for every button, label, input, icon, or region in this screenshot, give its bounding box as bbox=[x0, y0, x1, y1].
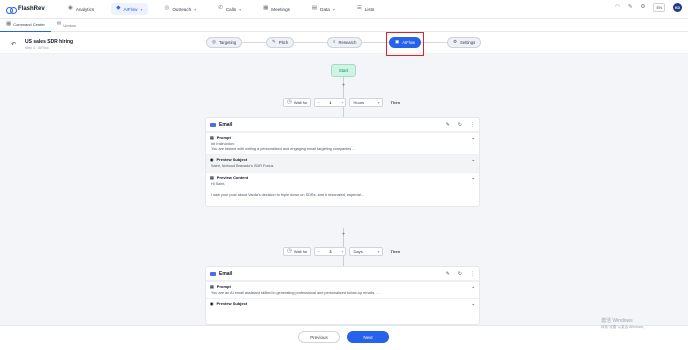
prompt-section[interactable]: ▤ Prompt ⌄ ## Instruction: You are tasked w… bbox=[206, 132, 479, 154]
add-step-plus-icon[interactable]: + bbox=[340, 231, 347, 238]
calendar-icon: ▦ bbox=[263, 5, 269, 12]
wait-row: ◷ Wait for −1 + Hours ▾ Then bbox=[283, 98, 405, 107]
content-icon: ▤ bbox=[210, 174, 214, 180]
step-progress: ◎ Targeting ✎ Pitch ⌕ Research ▣ AIFlow ⚙ Set… bbox=[204, 37, 482, 48]
logo-icon bbox=[6, 6, 17, 14]
edit-icon[interactable]: ✎ bbox=[446, 122, 450, 128]
eye-icon: ◉ bbox=[210, 301, 214, 307]
app-logo[interactable]: FlashRev bbox=[6, 6, 56, 14]
chevron-down-icon[interactable]: ⌄ bbox=[472, 175, 475, 180]
page-title: US sales SDR hiring bbox=[25, 39, 74, 45]
wifi-icon[interactable]: ◠ bbox=[615, 4, 620, 11]
outreach-icon: ◎ bbox=[164, 5, 170, 12]
nav-meetings[interactable]: ▦ Meetings bbox=[258, 3, 295, 15]
preview-content-section[interactable]: ▤ Preview Content ⌄ Hi Saint, I saw your po… bbox=[206, 171, 479, 206]
nav-analytics[interactable]: ◉ Analytics bbox=[63, 3, 99, 15]
chevron-down-icon[interactable]: ⌄ bbox=[472, 135, 475, 140]
language-badge[interactable]: EN bbox=[653, 3, 665, 12]
wait-stepper[interactable]: −3 + bbox=[314, 247, 347, 256]
gear-icon: ⚙ bbox=[453, 39, 458, 45]
nav-calls[interactable]: ✆ Calls ▾ bbox=[213, 3, 246, 15]
edit-icon[interactable]: ✎ bbox=[628, 4, 633, 11]
grid-icon: ▦ bbox=[6, 20, 12, 27]
step-research[interactable]: ⌕ Research bbox=[327, 37, 363, 48]
more-icon[interactable]: ⋮ bbox=[470, 271, 475, 277]
nav-data[interactable]: ▤ Data ▾ bbox=[307, 3, 340, 15]
chevron-down-icon: ▾ bbox=[194, 6, 197, 12]
next-button[interactable]: Next bbox=[347, 331, 389, 343]
wait-label-box: ◷ Wait for bbox=[283, 98, 312, 107]
prompt-section[interactable]: ▤ Prompt ⌄ You are an AI email assistant s… bbox=[206, 281, 479, 298]
wait-label-box: ◷ Wait for bbox=[283, 247, 312, 256]
step-targeting[interactable]: ◎ Targeting bbox=[206, 37, 243, 48]
nav-lists[interactable]: ☰ Lists bbox=[352, 3, 379, 15]
aiflow-icon: ◆ bbox=[116, 5, 121, 12]
add-step-plus-icon[interactable]: + bbox=[340, 82, 347, 89]
top-nav: FlashRev ◉ Analytics ◆ AIFlow ▾ ◎ Outreach ▾ … bbox=[0, 0, 688, 19]
chevron-down-icon: ▾ bbox=[332, 6, 335, 12]
inbox-icon: ✉ bbox=[56, 21, 62, 28]
chevron-down-icon: ▾ bbox=[239, 6, 242, 12]
settings-icon[interactable]: ⚙ bbox=[641, 4, 646, 11]
wait-row: ◷ Wait for −3 + Days ▾ Then bbox=[283, 247, 405, 256]
windows-activation-watermark: 激活 Windows 转到"设置"以激活 Windows。 bbox=[601, 318, 647, 329]
chevron-down-icon[interactable]: ⌄ bbox=[472, 157, 475, 162]
wait-unit-select[interactable]: Hours ▾ bbox=[349, 98, 384, 107]
chevron-down-icon: ▾ bbox=[140, 6, 143, 12]
preview-subject-section[interactable]: ◉ Preview Subject ⌄ Saint, Noboud Bravado'… bbox=[206, 154, 479, 172]
edit-icon[interactable]: ✎ bbox=[446, 271, 450, 277]
clock-icon: ◷ bbox=[287, 98, 292, 105]
refresh-icon[interactable]: ↻ bbox=[458, 271, 462, 277]
tab-command-center[interactable]: ▦ Command Center bbox=[0, 19, 51, 32]
minus-icon[interactable]: − bbox=[317, 100, 319, 105]
phone-icon: ✆ bbox=[218, 5, 223, 12]
plus-icon[interactable]: + bbox=[341, 100, 343, 105]
email-card: Email ✎ ↻ ⋮ ▤ Prompt ⌄ You are an AI email… bbox=[205, 266, 480, 325]
tab-umbox[interactable]: ✉ Umbox bbox=[51, 19, 82, 32]
plus-icon[interactable]: + bbox=[341, 249, 343, 254]
email-icon bbox=[210, 122, 216, 127]
chevron-down-icon: ▾ bbox=[377, 249, 380, 254]
preview-subject-section[interactable]: ◉ Preview Subject ⌄ bbox=[206, 298, 479, 308]
nav-aiflow[interactable]: ◆ AIFlow ▾ bbox=[111, 3, 148, 15]
analytics-icon: ◉ bbox=[68, 5, 73, 12]
list-icon: ☰ bbox=[356, 5, 362, 12]
back-arrow-icon[interactable]: ↶ bbox=[11, 41, 16, 48]
sub-nav: ▦ Command Center ✉ Umbox bbox=[0, 19, 688, 32]
data-icon: ▤ bbox=[311, 5, 318, 12]
pitch-icon: ✎ bbox=[272, 39, 276, 45]
eye-icon: ◉ bbox=[210, 157, 214, 163]
previous-button[interactable]: Previous bbox=[298, 331, 340, 343]
nav-outreach[interactable]: ◎ Outreach ▾ bbox=[160, 3, 202, 15]
prompt-icon: ▤ bbox=[210, 135, 214, 140]
chevron-down-icon[interactable]: ⌄ bbox=[472, 301, 475, 306]
wait-unit-select[interactable]: Days ▾ bbox=[349, 247, 384, 256]
highlight-box bbox=[386, 32, 424, 56]
email-icon bbox=[210, 271, 216, 276]
target-icon: ◎ bbox=[212, 39, 216, 45]
minus-icon[interactable]: − bbox=[317, 249, 319, 254]
step-settings[interactable]: ⚙ Settings bbox=[447, 37, 482, 48]
email-card: Email ✎ ↻ ⋮ ▤ Prompt ⌄ ## Instruction: You … bbox=[205, 117, 480, 208]
footer-bar: Previous Next bbox=[0, 325, 688, 350]
refresh-icon[interactable]: ↻ bbox=[458, 122, 462, 128]
more-icon[interactable]: ⋮ bbox=[470, 122, 475, 128]
chevron-down-icon: ▾ bbox=[377, 100, 380, 105]
page-subtitle: Step 4 · AIFlow bbox=[25, 46, 49, 50]
prompt-icon: ▤ bbox=[210, 284, 214, 289]
avatar[interactable]: KD bbox=[673, 3, 682, 12]
wait-stepper[interactable]: −1 + bbox=[314, 98, 347, 107]
clock-icon: ◷ bbox=[287, 247, 292, 254]
chevron-down-icon[interactable]: ⌄ bbox=[472, 284, 475, 289]
start-node[interactable]: Start bbox=[331, 64, 356, 77]
research-icon: ⌕ bbox=[333, 39, 336, 45]
step-pitch[interactable]: ✎ Pitch bbox=[266, 37, 295, 48]
